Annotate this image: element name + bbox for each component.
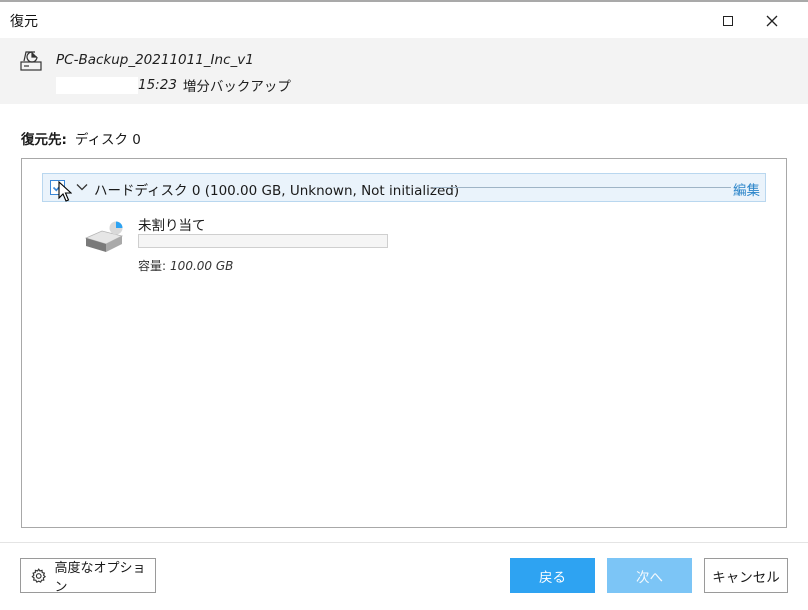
cancel-button[interactable]: キャンセル <box>704 558 788 593</box>
disk-label: ハードディスク 0 (100.00 GB, Unknown, Not initi… <box>94 183 460 199</box>
partition-capacity: 容量: 100.00 GB <box>138 257 233 274</box>
next-button[interactable]: 次へ <box>607 558 692 593</box>
partition-name: 未割り当て <box>138 218 206 234</box>
gear-icon <box>31 567 47 583</box>
disk-partition-icon <box>84 221 124 252</box>
mouse-cursor-icon <box>58 181 72 202</box>
capacity-value: 100.00 GB <box>170 259 234 273</box>
backup-time-row: 15:23 増分バックアップ <box>56 76 291 95</box>
title-bar: 復元 <box>0 2 808 38</box>
destination-value: ディスク 0 <box>74 132 141 148</box>
backup-time: 15:23 <box>138 77 177 93</box>
maximize-button[interactable] <box>706 4 750 38</box>
capacity-label: 容量: <box>138 259 167 273</box>
window-title: 復元 <box>10 14 38 30</box>
disk-row-divider <box>433 187 731 188</box>
restore-dialog: 復元 PC-Backup_20211011_Inc_v1 15:23 増分バック… <box>0 0 808 610</box>
close-button[interactable] <box>750 4 794 38</box>
footer-divider <box>0 542 808 543</box>
chevron-down-icon[interactable] <box>75 180 89 194</box>
advanced-options-label: 高度なオプション <box>54 560 146 595</box>
partition-usage-bar <box>138 234 388 248</box>
back-button[interactable]: 戻る <box>510 558 595 593</box>
backup-type: 増分バックアップ <box>182 79 291 95</box>
destination-row: 復元先: ディスク 0 <box>21 128 141 148</box>
redacted-date <box>56 76 138 94</box>
maximize-icon <box>723 16 733 26</box>
disk-panel: ハードディスク 0 (100.00 GB, Unknown, Not initi… <box>21 158 787 528</box>
backup-info: PC-Backup_20211011_Inc_v1 15:23 増分バックアップ <box>0 38 808 104</box>
backup-name: PC-Backup_20211011_Inc_v1 <box>56 52 254 68</box>
close-icon <box>766 15 778 27</box>
disk-row[interactable]: ハードディスク 0 (100.00 GB, Unknown, Not initi… <box>42 173 766 202</box>
backup-drive-icon <box>20 51 42 71</box>
destination-label: 復元先: <box>21 132 67 148</box>
advanced-options-button[interactable]: 高度なオプション <box>20 558 156 595</box>
edit-link[interactable]: 編集 <box>733 179 760 199</box>
